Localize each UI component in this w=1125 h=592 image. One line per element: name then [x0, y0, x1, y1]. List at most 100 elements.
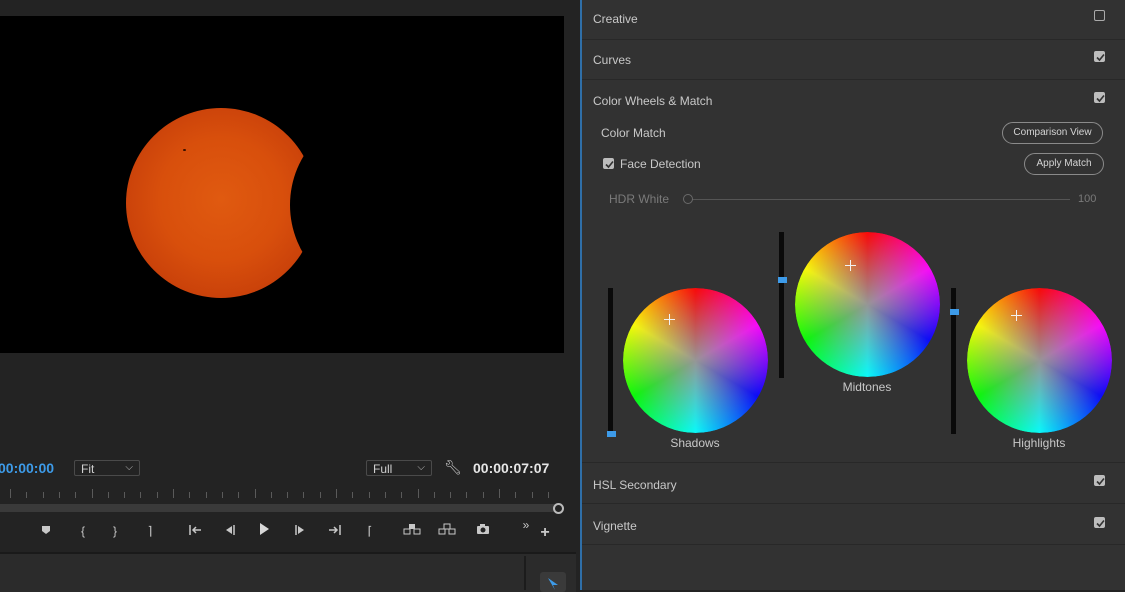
time-ruler[interactable] [0, 486, 560, 500]
vignette-checkbox[interactable] [1094, 517, 1105, 528]
playback-resolution-value: Full [373, 462, 393, 476]
export-frame-icon[interactable] [473, 522, 493, 540]
ruler-tick [26, 492, 28, 498]
ruler-tick [270, 492, 272, 498]
ruler-tick [433, 492, 435, 498]
go-to-previous-edit-icon[interactable]: ⌈ [360, 522, 380, 540]
mark-out-icon[interactable]: } [105, 522, 125, 540]
ruler-tick [515, 492, 517, 498]
hsl-secondary-checkbox[interactable] [1094, 475, 1105, 486]
wheel-saturation [967, 288, 1112, 433]
marker-icon[interactable] [36, 522, 56, 540]
current-timecode[interactable]: 00:00:00 [0, 460, 54, 476]
ruler-tick [173, 489, 174, 498]
highlights-crosshair[interactable] [1011, 310, 1022, 321]
ruler-tick [58, 492, 60, 498]
ruler-tick [238, 492, 240, 498]
ruler-tick [205, 492, 207, 498]
shadows-label: Shadows [670, 436, 720, 450]
ruler-tick [336, 489, 337, 498]
section-hsl-secondary[interactable]: HSL Secondary [582, 464, 1125, 504]
section-label: HSL Secondary [593, 478, 677, 492]
midtones-color-wheel[interactable] [795, 232, 940, 377]
color-wheels-checkbox[interactable] [1094, 92, 1105, 103]
curves-checkbox[interactable] [1094, 51, 1105, 62]
sunspot [183, 149, 186, 151]
extract-icon[interactable] [437, 522, 457, 540]
ruler-tick [401, 492, 403, 498]
section-label[interactable]: Color Wheels & Match [593, 94, 712, 108]
shadows-crosshair[interactable] [664, 314, 675, 325]
midtones-luma-handle[interactable] [778, 277, 787, 283]
hdr-white-slider-track[interactable] [688, 199, 1070, 200]
panel-divider [524, 556, 526, 590]
chevron-down-icon: ⌵ [125, 462, 133, 473]
shadows-luma-slider[interactable] [608, 288, 613, 436]
ruler-tick [107, 492, 109, 498]
ruler-tick [91, 489, 93, 498]
ruler-tick [156, 492, 158, 498]
midtones-crosshair[interactable] [845, 260, 856, 271]
ruler-tick [368, 492, 370, 498]
checkmark-icon [1096, 477, 1105, 486]
comparison-view-button[interactable]: Comparison View [1002, 122, 1103, 144]
playback-resolution-select[interactable]: Full ⌵ [366, 460, 432, 476]
moon-shadow [290, 110, 480, 300]
ruler-tick [384, 492, 386, 498]
video-preview[interactable] [0, 16, 564, 353]
ruler-tick [319, 492, 321, 498]
lift-icon[interactable] [402, 522, 422, 540]
shadows-luma-handle[interactable] [607, 431, 616, 437]
settings-wrench-icon[interactable]: 🔧︎ [444, 459, 462, 476]
apply-match-button[interactable]: Apply Match [1024, 153, 1104, 175]
go-to-out-icon[interactable] [324, 522, 344, 540]
duration-timecode: 00:00:07:07 [473, 460, 550, 476]
face-detection-label: Face Detection [620, 157, 701, 171]
selection-tool-button[interactable] [540, 572, 566, 592]
chevron-down-icon: ⌵ [417, 462, 425, 473]
highlights-luma-handle[interactable] [950, 309, 959, 315]
ruler-tick [547, 492, 549, 498]
section-vignette[interactable]: Vignette [582, 505, 1125, 545]
clear-in-out-icon[interactable]: ⌉ [140, 522, 160, 540]
section-label: Vignette [593, 519, 637, 533]
wheel-saturation [623, 288, 768, 433]
add-button-icon[interactable]: + [535, 524, 555, 542]
hdr-white-value[interactable]: 100 [1078, 193, 1096, 205]
ruler-tick [254, 489, 256, 498]
section-label: Creative [593, 12, 638, 26]
sun-image [126, 108, 316, 298]
out-point-handle[interactable] [553, 503, 564, 514]
scrub-bar[interactable] [0, 504, 556, 512]
step-forward-icon[interactable] [290, 522, 310, 540]
play-icon[interactable] [254, 522, 274, 540]
section-creative[interactable]: Creative [582, 0, 1125, 40]
step-back-icon[interactable] [220, 522, 240, 540]
ruler-tick [450, 492, 452, 498]
midtones-luma-slider[interactable] [779, 232, 784, 378]
arrow-cursor-icon [548, 578, 558, 590]
color-match-label: Color Match [601, 126, 666, 140]
hdr-white-label: HDR White [609, 192, 670, 206]
checkmark-icon [1096, 94, 1105, 103]
highlights-color-wheel[interactable] [967, 288, 1112, 433]
section-curves[interactable]: Curves [582, 40, 1125, 80]
hdr-white-slider-handle[interactable] [683, 194, 693, 204]
face-detection-checkbox[interactable] [603, 158, 614, 169]
mark-in-icon[interactable]: { [73, 522, 93, 540]
more-controls-icon[interactable]: » [516, 516, 536, 534]
shadows-color-wheel[interactable] [623, 288, 768, 433]
ruler-tick [417, 489, 419, 498]
ruler-tick [42, 492, 44, 498]
lumetri-color-panel: Creative Curves Color Wheels & Match Col… [582, 0, 1125, 590]
checkmark-icon [1096, 53, 1105, 62]
ruler-tick [482, 492, 484, 498]
program-monitor: 00:00:00 Fit ⌵ Full ⌵ 🔧︎ 00:00:07:07 { }… [0, 0, 580, 592]
zoom-level-select[interactable]: Fit ⌵ [74, 460, 140, 476]
go-to-in-icon[interactable] [186, 522, 206, 540]
ruler-tick [124, 492, 126, 498]
checkmark-icon [1096, 519, 1105, 528]
creative-checkbox[interactable] [1094, 10, 1105, 21]
ruler-tick [10, 489, 11, 498]
ruler-tick [189, 492, 191, 498]
